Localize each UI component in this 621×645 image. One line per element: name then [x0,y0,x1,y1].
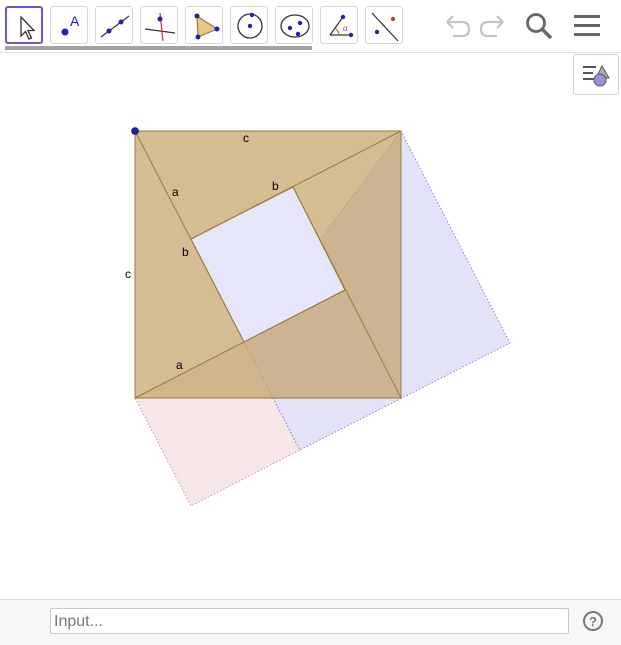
svg-text:A: A [70,13,80,29]
circle-tool-button[interactable] [230,6,268,44]
geometry-drawing: c c a b b a [125,127,511,507]
graphics-view[interactable]: c c a b b a [0,53,621,599]
label-hyp-a-upper: a [172,185,179,199]
move-tool-button[interactable] [5,6,43,44]
circle-center-point-icon [237,12,263,39]
menu-icon [574,15,600,36]
point-vertex[interactable] [131,127,139,135]
main-menu-button[interactable] [570,8,604,42]
angle-icon: α [329,14,354,38]
toolbar: A α [0,0,621,53]
polygon-tool-button[interactable] [185,6,223,44]
label-leg-b-left: b [182,245,189,259]
label-left-side: c [125,267,131,281]
redo-icon [479,15,504,38]
algebra-input-field[interactable] [50,608,569,634]
input-bar: ? [0,599,621,645]
undo-icon [446,15,471,38]
conic-tool-button[interactable] [275,6,313,44]
help-icon: ? [589,614,597,629]
move-arrow-icon [20,15,36,40]
label-leg-b-upper: b [272,179,279,193]
label-leg-a-lower: a [176,358,183,372]
undo-button[interactable] [440,8,474,42]
svg-text:α: α [343,23,348,33]
style-bar-toggle-button[interactable] [573,54,619,95]
toolbar-scroll-indicator [5,46,312,50]
line-icon [100,15,130,38]
reflect-tool-button[interactable] [365,6,403,44]
ellipse-icon [280,14,310,38]
perpendicular-tool-button[interactable] [140,6,178,44]
point-icon: A [61,13,80,36]
point-tool-button[interactable]: A [50,6,88,44]
label-top-side: c [243,131,249,145]
help-button[interactable]: ? [583,611,603,631]
polygon-icon [194,13,220,40]
graphics-style-icon [583,64,610,87]
line-tool-button[interactable] [95,6,133,44]
redo-button[interactable] [476,8,510,42]
reflect-about-line-icon [371,12,399,42]
search-button[interactable] [522,8,556,42]
angle-tool-button[interactable]: α [320,6,358,44]
perpendicular-line-icon [144,12,176,42]
search-icon [526,13,553,40]
